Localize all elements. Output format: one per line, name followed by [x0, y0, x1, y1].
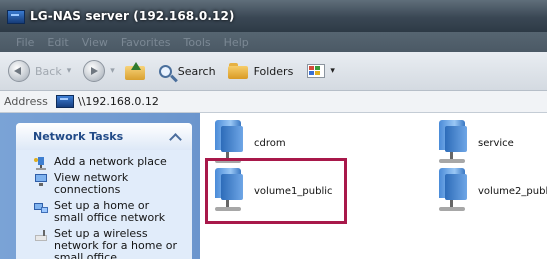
forward-button[interactable]	[83, 60, 106, 82]
share-volume2-public[interactable]: volume2_publi	[436, 168, 547, 214]
share-name: volume2_publi	[478, 185, 547, 197]
menu-favorites[interactable]: Favorites	[121, 36, 171, 49]
task-pane: Network Tasks Add a network place View n…	[0, 113, 200, 259]
title-bar: LG-NAS server (192.168.0.12)	[0, 0, 547, 32]
address-bar: Address \\192.168.0.12	[0, 91, 547, 113]
back-button[interactable]	[8, 60, 30, 82]
forward-dropdown-icon[interactable]: ▾	[110, 66, 115, 76]
views-button[interactable]	[307, 64, 326, 78]
task-view-network-connections[interactable]: View network connections	[16, 172, 192, 196]
task-label: View network connections	[54, 171, 129, 196]
back-dropdown-icon[interactable]: ▾	[67, 66, 72, 76]
address-label: Address	[4, 95, 48, 108]
menu-edit[interactable]: Edit	[47, 36, 68, 49]
search-icon	[158, 64, 172, 78]
folders-icon	[227, 63, 248, 79]
address-input[interactable]: \\192.168.0.12	[78, 95, 159, 108]
menu-view[interactable]: View	[82, 36, 108, 49]
network-folder-icon	[436, 120, 468, 166]
share-service[interactable]: service	[436, 120, 514, 166]
task-add-network-place[interactable]: Add a network place	[16, 155, 192, 170]
share-name: cdrom	[254, 137, 286, 149]
explorer-window: LG-NAS server (192.168.0.12) File Edit V…	[0, 0, 547, 259]
network-tasks-header[interactable]: Network Tasks	[16, 123, 192, 150]
network-place-icon	[34, 157, 48, 170]
menu-tools[interactable]: Tools	[184, 36, 211, 49]
home-network-icon	[34, 201, 48, 213]
search-button[interactable]: Search	[158, 64, 216, 78]
folders-label: Folders	[253, 64, 294, 78]
task-label: Set up a wireless network for a home or …	[54, 227, 177, 259]
up-folder-button[interactable]	[124, 62, 147, 80]
menu-file[interactable]: File	[16, 36, 34, 49]
back-label: Back	[35, 64, 62, 78]
task-label: Set up a home or small office network	[54, 199, 166, 224]
network-tasks-panel: Network Tasks Add a network place View n…	[16, 123, 192, 259]
menu-bar: File Edit View Favorites Tools Help	[0, 32, 547, 52]
share-name: service	[478, 137, 514, 149]
task-setup-home-network[interactable]: Set up a home or small office network	[16, 200, 192, 224]
network-drive-icon	[56, 95, 74, 108]
search-label: Search	[177, 64, 216, 78]
task-setup-wireless-network[interactable]: Set up a wireless network for a home or …	[16, 228, 192, 259]
folders-button[interactable]: Folders	[227, 63, 294, 79]
network-connections-icon	[34, 173, 48, 186]
toolbar: Back ▾ ▾ Search Folders ▾	[0, 52, 547, 91]
task-label: Add a network place	[54, 155, 167, 168]
network-folder-icon	[436, 168, 468, 214]
network-drive-icon	[7, 10, 25, 24]
views-dropdown-icon[interactable]: ▾	[330, 66, 335, 76]
highlight-box	[205, 158, 347, 224]
window-title: LG-NAS server (192.168.0.12)	[30, 9, 235, 23]
menu-help[interactable]: Help	[224, 36, 249, 49]
network-tasks-title: Network Tasks	[33, 130, 124, 143]
collapse-chevron-icon[interactable]	[169, 133, 182, 146]
wireless-network-icon	[34, 229, 48, 241]
